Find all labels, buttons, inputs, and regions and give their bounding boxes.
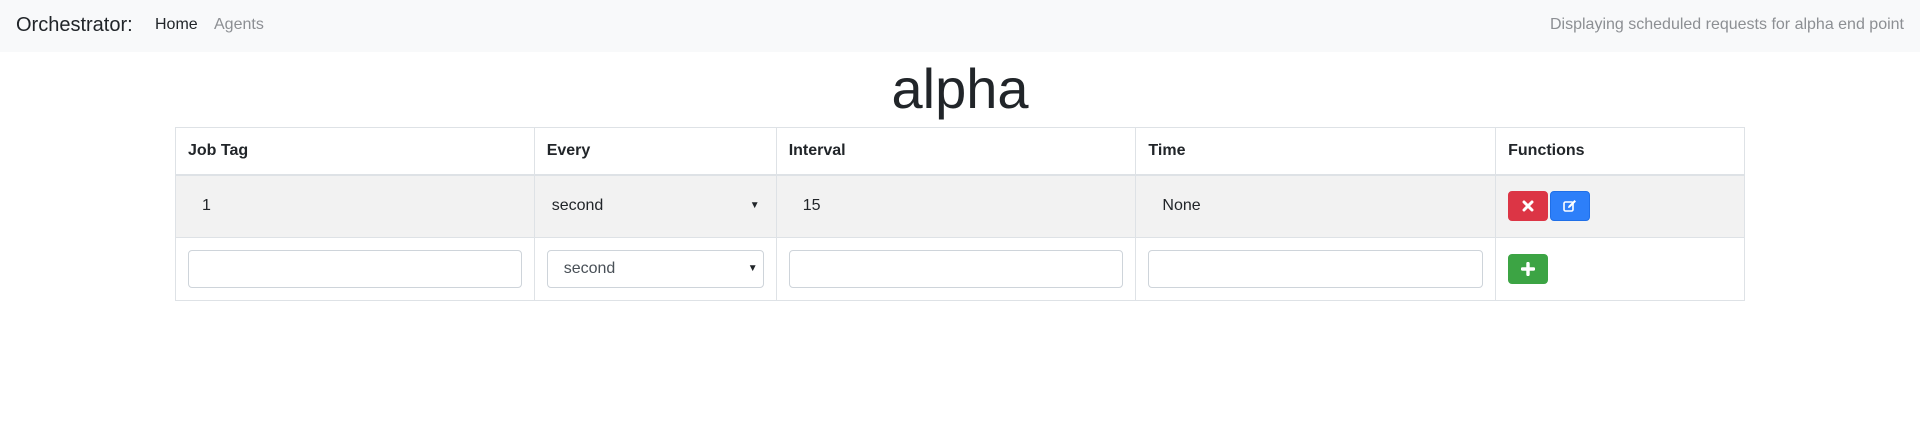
new-interval-cell: [775, 237, 1137, 301]
edit-icon: [1563, 200, 1577, 213]
new-every-cell: second ▼: [533, 237, 777, 301]
functions-cell: [1495, 174, 1745, 238]
new-time-cell: [1135, 237, 1497, 301]
every-select[interactable]: second ▼: [547, 188, 764, 224]
every-select-value: second: [551, 197, 604, 215]
delete-job-button[interactable]: [1508, 191, 1549, 222]
brand: Orchestrator:: [16, 14, 133, 36]
dropdown-arrow-icon: ▼: [749, 200, 760, 212]
every-cell: second ▼: [533, 174, 777, 238]
interval-cell: 15: [775, 174, 1137, 238]
header-every: Every: [533, 127, 777, 176]
add-job-button[interactable]: [1508, 254, 1549, 284]
interval-input[interactable]: [788, 250, 1124, 288]
dropdown-arrow-icon: ▼: [747, 263, 758, 274]
new-functions-cell: [1495, 237, 1745, 301]
page-title: alpha: [891, 57, 1029, 120]
time-cell: None: [1135, 174, 1497, 238]
table-header-row: Job Tag Every Interval Time Functions: [175, 127, 1745, 176]
job-tag-cell: 1: [175, 174, 535, 238]
plus-icon: [1521, 262, 1536, 276]
nav-link-agents[interactable]: Agents: [214, 15, 264, 35]
header-functions: Functions: [1495, 127, 1745, 176]
nav-link-home[interactable]: Home: [155, 15, 198, 35]
new-every-select[interactable]: second ▼: [546, 250, 764, 288]
header-time: Time: [1135, 127, 1497, 176]
header-interval: Interval: [775, 127, 1137, 176]
job-tag-input[interactable]: [188, 250, 522, 288]
new-job-tag-cell: [175, 237, 535, 301]
close-icon: [1522, 200, 1534, 212]
navbar-status-text: Displaying scheduled requests for alpha …: [1549, 16, 1904, 33]
edit-job-button[interactable]: [1550, 191, 1591, 222]
jobs-table: Job Tag Every Interval Time Functions 1 …: [175, 127, 1745, 301]
new-job-row: second ▼: [175, 237, 1745, 301]
time-input[interactable]: [1148, 250, 1484, 288]
header-job-tag: Job Tag: [175, 127, 535, 176]
navbar: Orchestrator: Home Agents Displaying sch…: [0, 0, 1920, 52]
table-row: 1 second ▼ 15 None: [175, 174, 1745, 238]
new-every-select-value: second: [563, 260, 616, 277]
